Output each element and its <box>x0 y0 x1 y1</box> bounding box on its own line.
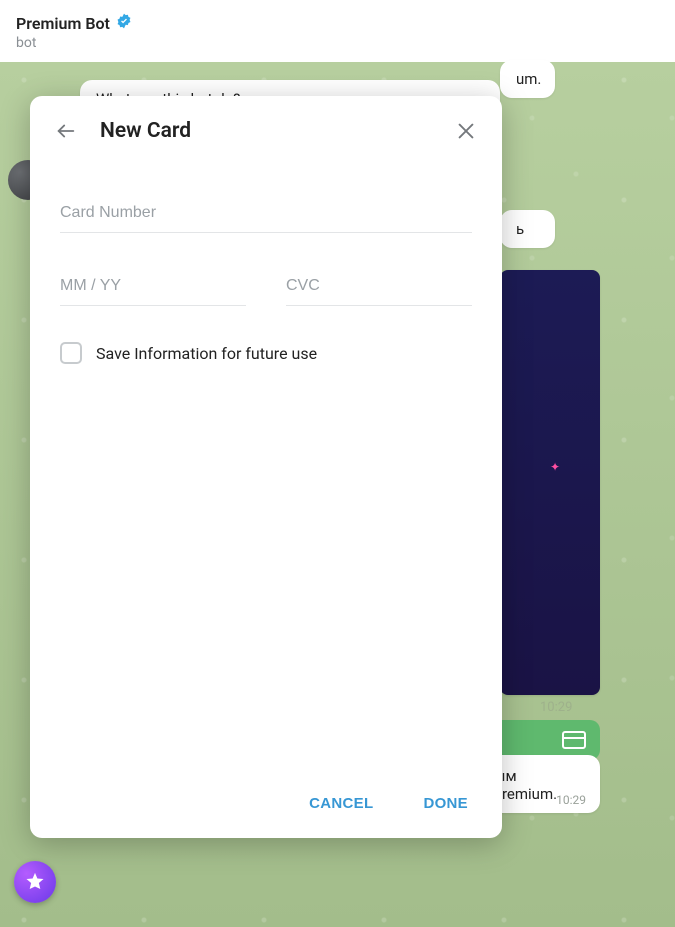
close-icon <box>455 120 477 142</box>
modal-footer: CANCEL DONE <box>30 778 502 838</box>
chat-title[interactable]: Premium Bot <box>16 14 110 33</box>
premium-fab[interactable] <box>14 861 56 903</box>
modal-title: New Card <box>100 119 432 143</box>
message-bubble-fragment: ь <box>500 210 555 248</box>
chat-header: Premium Bot bot <box>0 0 675 62</box>
arrow-left-icon <box>55 120 77 142</box>
modal-header: New Card <box>30 96 502 166</box>
star-icon <box>24 871 46 893</box>
new-card-modal: New Card Save Information for future use… <box>30 96 502 838</box>
save-card-checkbox[interactable] <box>60 342 82 364</box>
back-button[interactable] <box>48 113 84 149</box>
message-timestamp: 10:29 <box>556 793 586 807</box>
done-button[interactable]: DONE <box>423 795 468 812</box>
card-number-input[interactable] <box>60 196 472 233</box>
chat-subtitle: bot <box>16 35 659 51</box>
message-timestamp: 10:29 <box>540 700 572 715</box>
verified-icon <box>116 13 132 33</box>
modal-body: Save Information for future use <box>30 166 502 778</box>
cancel-button[interactable]: CANCEL <box>309 795 373 812</box>
card-cvc-input[interactable] <box>286 269 472 306</box>
media-attachment[interactable]: ✦ <box>500 270 600 695</box>
close-button[interactable] <box>448 113 484 149</box>
card-icon <box>562 731 586 749</box>
save-card-label: Save Information for future use <box>96 344 317 363</box>
card-expiry-input[interactable] <box>60 269 246 306</box>
sparkle-icon: ✦ <box>550 460 560 474</box>
message-bubble-fragment: um. <box>500 60 555 98</box>
